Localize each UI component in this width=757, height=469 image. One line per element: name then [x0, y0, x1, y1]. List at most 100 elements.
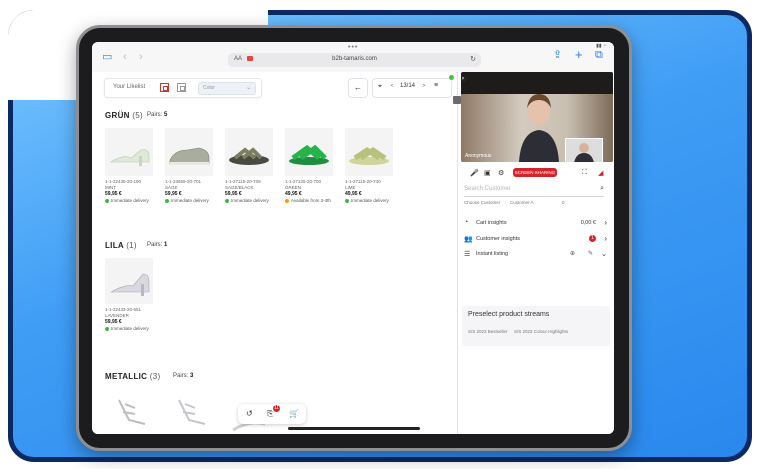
section-title-gruen: GRÜN (5) [105, 111, 143, 120]
users-icon: 👥 [464, 236, 473, 243]
home-indicator [288, 427, 420, 430]
pairs-value: 3 [190, 373, 194, 379]
product-price: 49,95 € [345, 191, 362, 197]
section-title-lila: LILA (1) [105, 241, 137, 250]
share-icon[interactable]: ⇪ [553, 49, 562, 61]
history-icon[interactable]: ↺ [246, 409, 253, 418]
microphone-icon[interactable]: 🎤 [470, 169, 479, 177]
multitask-dots[interactable]: ••• [348, 44, 358, 51]
color-select-value: Color [203, 85, 215, 91]
status-icons: ▮▮ ◔ [596, 43, 606, 49]
filter-bar: Your Likelist Color ⌄ [104, 78, 262, 98]
add-circle-icon[interactable]: ⊕ [570, 250, 575, 257]
shoe-image [178, 399, 206, 425]
browser-toolbar: ••• ▭ ‹ › AA b2b-tamaris.com ↻ ⇪ + ⧉ ▮▮ … [92, 42, 614, 73]
streams-title: Preselect product streams [468, 311, 550, 318]
product-image [225, 128, 273, 176]
orders-icon[interactable]: ⎘ [267, 409, 273, 419]
edit-icon[interactable]: ✎ [588, 250, 593, 257]
participant-name: Anonymous [465, 153, 492, 159]
product-card[interactable]: 1-1-27115-20-708 SAGE/BLACK 59,95 € Imme… [225, 128, 273, 204]
self-view[interactable] [565, 138, 603, 162]
pairs-count-metallic: Pairs: 3 [173, 373, 193, 379]
product-price: 59,95 € [165, 191, 182, 197]
large-grid-icon[interactable] [160, 83, 169, 92]
delivery-text: Immediate delivery [111, 198, 149, 203]
online-indicator [449, 75, 454, 80]
forward-icon[interactable]: › [139, 51, 143, 63]
panel-icon[interactable] [453, 96, 461, 104]
target-icon[interactable]: ⌖ [378, 83, 382, 91]
menu-icon[interactable]: ≡ [434, 82, 438, 89]
settings-icon[interactable]: ⚙ [498, 169, 504, 177]
chevron-right-icon: › [604, 234, 607, 243]
back-icon[interactable]: ‹ [123, 51, 127, 63]
delivery-status: Immediate delivery [105, 198, 153, 204]
product-image [105, 258, 153, 304]
product-price: 59,95 € [105, 319, 122, 325]
delivery-text: Immediate delivery [231, 198, 269, 203]
sales-sidebar: × Anonymous 🎤 ▣ ⚙ SCREEN SHARING ⛶ ◢ Sea… [449, 72, 614, 434]
shoe-image [118, 399, 146, 425]
customer-insights-item[interactable]: 👥 Customer insights 1 › [462, 232, 610, 246]
status-dot [105, 326, 109, 331]
floating-action-bar: ↺ ⎘ 11 🛒 [238, 404, 306, 424]
delivery-text: Immediate delivery [171, 198, 209, 203]
pairs-label: Pairs: [173, 373, 189, 379]
delivery-status: Immediate delivery [105, 326, 153, 332]
tabs-icon[interactable]: ⧉ [595, 49, 603, 61]
section-name: GRÜN [105, 111, 130, 120]
pairs-value: 1 [164, 242, 168, 248]
instant-listing-item[interactable]: ☰ Instant listing ⊕ ✎ ⌄ [462, 247, 610, 261]
product-card[interactable]: 1-1-27115-20-740 LIME 49,95 € Immediate … [345, 128, 393, 204]
pager: ⌖ ‹ 13/14 › ≡ [372, 78, 452, 98]
next-page-icon[interactable]: › [423, 83, 425, 89]
product-price: 59,95 € [225, 191, 242, 197]
chevron-down-icon[interactable]: ⌄ [601, 250, 607, 258]
product-image [345, 128, 393, 176]
end-call-icon[interactable]: ◢ [598, 169, 603, 177]
shoe-image [169, 147, 210, 165]
new-tab-icon[interactable]: + [575, 48, 583, 61]
cart-insights-item[interactable]: ◔ Cart insights 0,00 € › [462, 216, 610, 230]
fullscreen-icon[interactable]: ⛶ [582, 169, 587, 177]
reload-icon[interactable]: ↻ [470, 55, 476, 63]
product-card[interactable]: 1-1-27125-20-700 GREEN 49,95 € Available… [285, 128, 333, 204]
pairs-value: 5 [164, 112, 168, 118]
product-list-area: Your Likelist Color ⌄ ← ⌖ ‹ 13/14 › ≡ GR… [92, 72, 456, 434]
likelist-label[interactable]: Your Likelist [113, 84, 145, 90]
customer-value: Customer A [510, 200, 534, 205]
chevron-down-icon: ⌄ [245, 85, 251, 91]
product-image [105, 128, 153, 176]
search-input[interactable]: Search Customer [464, 186, 511, 192]
sidebar-toggle-icon[interactable]: ▭ [102, 51, 112, 63]
product-card[interactable]: 1-1-23659-20-701 SAGE 59,95 € Immediate … [165, 128, 213, 204]
section-count: (5) [132, 111, 143, 120]
customer-label: Choose Customer [464, 200, 501, 205]
back-arrow-button[interactable]: ← [348, 78, 368, 98]
stream-chip[interactable]: S/S 2023 Bestseller [468, 329, 508, 334]
shoe-image [349, 146, 389, 165]
participant-figure [519, 94, 559, 162]
cart-icon[interactable]: 🛒 [289, 409, 299, 418]
product-card[interactable]: 1-1-22435-20-190 MINT 59,95 € Immediate … [105, 128, 153, 204]
product-price: 59,95 € [105, 191, 122, 197]
pairs-count-gruen: Pairs: 5 [147, 112, 167, 118]
small-grid-icon[interactable] [177, 83, 186, 92]
product-card[interactable]: 1-1-22433-20-551 LAVENDER 59,95 € Immedi… [105, 258, 153, 332]
prev-page-icon[interactable]: ‹ [391, 83, 393, 89]
delivery-text: Immediate delivery [351, 198, 389, 203]
cart-insights-label: Cart insights [476, 220, 507, 226]
customer-search[interactable]: Search Customer ⌕ [464, 185, 604, 197]
camera-icon[interactable]: ▣ [484, 169, 491, 177]
cart-badge: 11 [273, 405, 280, 412]
stream-chip[interactable]: S/S 2023 Colour Highlights [514, 329, 568, 334]
screenshare-button[interactable]: SCREEN SHARING [513, 168, 557, 177]
address-bar[interactable]: AA b2b-tamaris.com ↻ [228, 53, 481, 67]
product-card[interactable] [105, 390, 153, 434]
self-view-figure [574, 143, 594, 162]
search-icon[interactable]: ⌕ [600, 185, 604, 193]
color-select[interactable]: Color ⌄ [198, 82, 256, 95]
status-dot [345, 198, 349, 203]
product-card[interactable] [165, 390, 213, 434]
